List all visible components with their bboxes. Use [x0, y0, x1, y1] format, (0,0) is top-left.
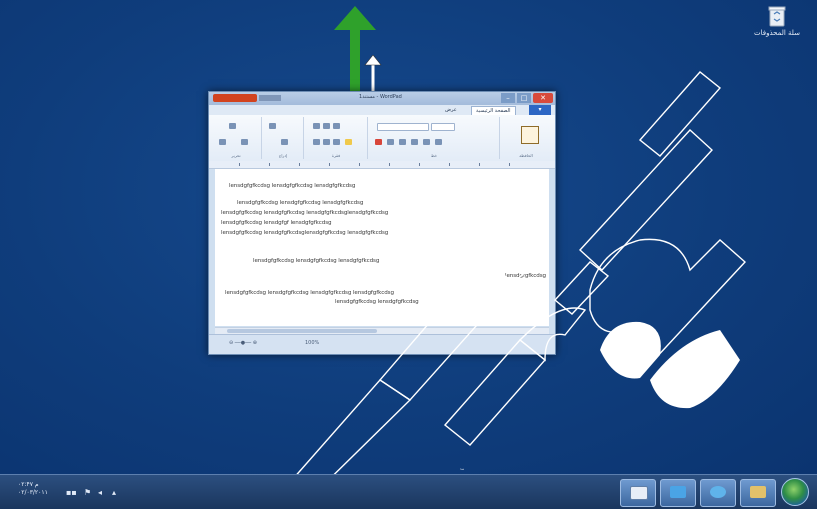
clock-time: ۰۲:۴۷ م: [18, 481, 39, 488]
trial-watermark: Trial: [268, 71, 747, 508]
show-hidden-icons[interactable]: ▴: [112, 488, 116, 497]
folder-icon: [750, 486, 766, 498]
internet-explorer-icon: [710, 486, 726, 498]
wordpad-icon: [630, 486, 648, 500]
flag-icon[interactable]: ⚑: [84, 488, 91, 497]
clock[interactable]: ۰۲:۴۷ م ۰۲/۰۳/۲۰۱۱: [18, 481, 48, 497]
network-icon[interactable]: ▪▪: [66, 488, 77, 497]
watermark-text: Trial: [460, 468, 465, 471]
taskbar-media-button[interactable]: [660, 479, 696, 507]
taskbar-ie-button[interactable]: [700, 479, 736, 507]
volume-icon[interactable]: ◂: [98, 488, 102, 497]
clock-date: ۰۲/۰۳/۲۰۱۱: [18, 489, 48, 496]
taskbar-wordpad-button[interactable]: [620, 479, 656, 507]
taskbar: ۰۲:۴۷ م ۰۲/۰۳/۲۰۱۱ ▪▪ ⚑ ◂ ▴: [0, 474, 817, 509]
media-player-icon: [670, 486, 686, 498]
taskbar-explorer-button[interactable]: [740, 479, 776, 507]
start-button[interactable]: [781, 478, 809, 506]
